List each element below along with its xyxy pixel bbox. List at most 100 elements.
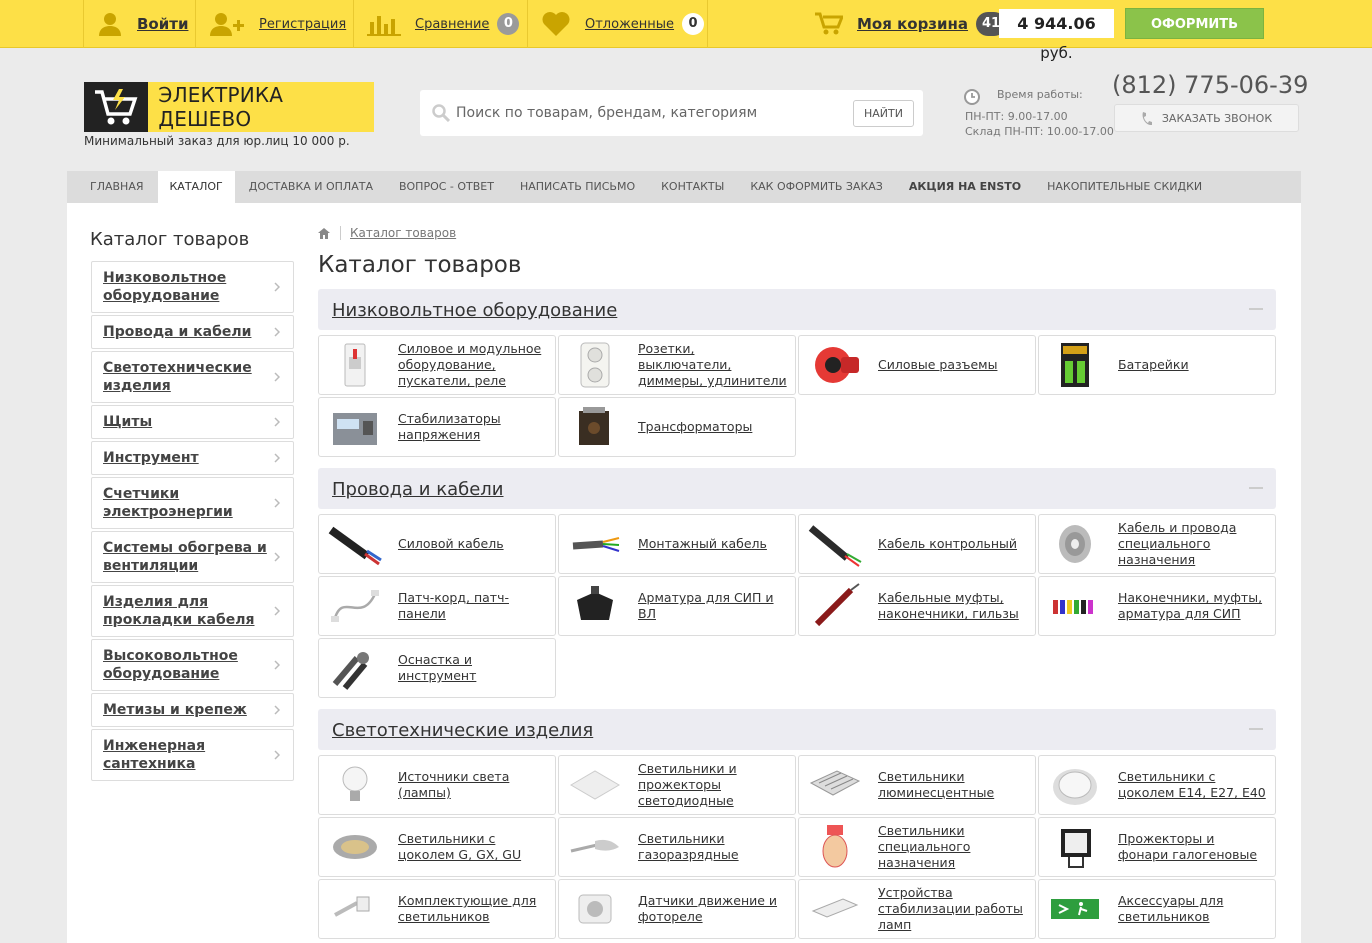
search-input[interactable] — [456, 99, 846, 127]
search-button[interactable]: НАЙТИ — [853, 100, 914, 127]
collapse-icon[interactable] — [1249, 308, 1263, 310]
category-card[interactable]: Розетки, выключатели, диммеры, удлинител… — [558, 335, 796, 395]
category-card[interactable]: Аксессуары для светильников — [1038, 879, 1276, 939]
category-card[interactable]: Светильники специального назначения — [798, 817, 1036, 877]
section-title[interactable]: Провода и кабели — [332, 479, 504, 500]
nav-item-contacts[interactable]: КОНТАКТЫ — [649, 171, 736, 203]
category-label[interactable]: Силовые разъемы — [878, 357, 1028, 373]
category-card[interactable]: Силовое и модульное оборудование, пускат… — [318, 335, 556, 395]
register-link[interactable]: Регистрация — [209, 0, 346, 48]
home-icon[interactable] — [318, 227, 330, 239]
category-label[interactable]: Датчики движение и фотореле — [638, 893, 788, 925]
phone-number[interactable]: (812) 775-06-39 — [1112, 71, 1308, 99]
category-card[interactable]: Светильники газоразрядные — [558, 817, 796, 877]
section-title[interactable]: Светотехнические изделия — [332, 720, 593, 741]
category-card[interactable]: Прожекторы и фонари галогеновые — [1038, 817, 1276, 877]
site-logo[interactable]: ЭЛЕКТРИКА ДЕШЕВО — [84, 82, 374, 132]
favorites-link[interactable]: Отложенные 0 — [541, 0, 705, 48]
cart-label[interactable]: Моя корзина — [857, 15, 968, 33]
category-card[interactable]: Силовые разъемы — [798, 335, 1036, 395]
category-card[interactable]: Светильники с цоколем G, GX, GU — [318, 817, 556, 877]
category-label[interactable]: Монтажный кабель — [638, 536, 788, 552]
category-card[interactable]: Наконечники, муфты, арматура для СИП — [1038, 576, 1276, 636]
category-label[interactable]: Светильники и прожекторы светодиодные — [638, 761, 788, 809]
sidebar-item-fasteners[interactable]: Метизы и крепеж — [91, 693, 294, 727]
category-card[interactable]: Датчики движение и фотореле — [558, 879, 796, 939]
category-label[interactable]: Светильники с цоколем E14, E27, E40 — [1118, 769, 1268, 801]
category-label[interactable]: Розетки, выключатели, диммеры, удлинител… — [638, 341, 788, 389]
sidebar-item-label[interactable]: Метизы и крепеж — [103, 701, 247, 719]
sidebar-item-plumbing[interactable]: Инженерная сантехника — [91, 729, 294, 781]
nav-item-delivery[interactable]: ДОСТАВКА И ОПЛАТА — [237, 171, 385, 203]
sidebar-item-label[interactable]: Инженерная сантехника — [103, 737, 271, 773]
category-label[interactable]: Силовой кабель — [398, 536, 548, 552]
category-card[interactable]: Трансформаторы — [558, 397, 796, 457]
cart-link[interactable]: Моя корзина 41 — [815, 0, 1007, 48]
section-header-low-voltage[interactable]: Низковольтное оборудование — [318, 289, 1276, 330]
category-card[interactable]: Комплектующие для светильников — [318, 879, 556, 939]
category-label[interactable]: Батарейки — [1118, 357, 1268, 373]
section-header-wires[interactable]: Провода и кабели — [318, 468, 1276, 509]
nav-item-catalog[interactable]: КАТАЛОГ — [157, 171, 235, 203]
category-label[interactable]: Светильники газоразрядные — [638, 831, 788, 863]
category-label[interactable]: Кабель и провода специального назначения — [1118, 520, 1268, 568]
sidebar-item-lighting[interactable]: Светотехнические изделия — [91, 351, 294, 403]
category-label[interactable]: Прожекторы и фонари галогеновые — [1118, 831, 1268, 863]
category-card[interactable]: Светильники люминесцентные — [798, 755, 1036, 815]
category-label[interactable]: Трансформаторы — [638, 419, 788, 435]
sidebar-item-label[interactable]: Счетчики электроэнергии — [103, 485, 271, 521]
nav-item-discounts[interactable]: НАКОПИТЕЛЬНЫЕ СКИДКИ — [1035, 171, 1214, 203]
register-label[interactable]: Регистрация — [259, 17, 346, 32]
category-label[interactable]: Аксессуары для светильников — [1118, 893, 1268, 925]
category-label[interactable]: Кабельные муфты, наконечники, гильзы — [878, 590, 1028, 622]
category-label[interactable]: Наконечники, муфты, арматура для СИП — [1118, 590, 1268, 622]
sidebar-item-high-voltage[interactable]: Высоковольтное оборудование — [91, 639, 294, 691]
category-card[interactable]: Кабель и провода специального назначения — [1038, 514, 1276, 574]
nav-item-faq[interactable]: ВОПРОС - ОТВЕТ — [387, 171, 506, 203]
category-card[interactable]: Оснастка и инструмент — [318, 638, 556, 698]
breadcrumb-catalog-link[interactable]: Каталог товаров — [350, 226, 456, 240]
category-label[interactable]: Комплектующие для светильников — [398, 893, 548, 925]
sidebar-item-label[interactable]: Изделия для прокладки кабеля — [103, 593, 271, 629]
section-header-lighting[interactable]: Светотехнические изделия — [318, 709, 1276, 750]
category-card[interactable]: Патч-корд, патч-панели — [318, 576, 556, 636]
category-card[interactable]: Светильники с цоколем E14, E27, E40 — [1038, 755, 1276, 815]
compare-link[interactable]: Сравнение 0 — [367, 0, 520, 48]
nav-item-ensto-promo[interactable]: АКЦИЯ НА ENSTO — [897, 171, 1033, 203]
sidebar-item-meters[interactable]: Счетчики электроэнергии — [91, 477, 294, 529]
category-card[interactable]: Кабельные муфты, наконечники, гильзы — [798, 576, 1036, 636]
category-label[interactable]: Стабилизаторы напряжения — [398, 411, 548, 443]
category-label[interactable]: Оснастка и инструмент — [398, 652, 548, 684]
nav-item-home[interactable]: ГЛАВНАЯ — [78, 171, 156, 203]
category-card[interactable]: Батарейки — [1038, 335, 1276, 395]
sidebar-item-tools[interactable]: Инструмент — [91, 441, 294, 475]
category-label[interactable]: Арматура для СИП и ВЛ — [638, 590, 788, 622]
category-card[interactable]: Арматура для СИП и ВЛ — [558, 576, 796, 636]
category-label[interactable]: Светильники специального назначения — [878, 823, 1028, 871]
sidebar-item-cable-laying[interactable]: Изделия для прокладки кабеля — [91, 585, 294, 637]
category-label[interactable]: Источники света (лампы) — [398, 769, 548, 801]
category-card[interactable]: Источники света (лампы) — [318, 755, 556, 815]
category-label[interactable]: Патч-корд, патч-панели — [398, 590, 548, 622]
sidebar-item-heating[interactable]: Системы обогрева и вентиляции — [91, 531, 294, 583]
sidebar-item-label[interactable]: Щиты — [103, 413, 152, 431]
category-card[interactable]: Устройства стабилизации работы ламп — [798, 879, 1036, 939]
sidebar-item-label[interactable]: Высоковольтное оборудование — [103, 647, 271, 683]
login-link[interactable]: Войти — [97, 0, 188, 48]
category-card[interactable]: Кабель контрольный — [798, 514, 1036, 574]
login-label[interactable]: Войти — [137, 15, 188, 33]
callback-button[interactable]: ЗАКАЗАТЬ ЗВОНОК — [1114, 104, 1299, 132]
category-label[interactable]: Устройства стабилизации работы ламп — [878, 885, 1028, 933]
sidebar-item-label[interactable]: Инструмент — [103, 449, 199, 467]
collapse-icon[interactable] — [1249, 487, 1263, 489]
category-card[interactable]: Стабилизаторы напряжения — [318, 397, 556, 457]
category-label[interactable]: Силовое и модульное оборудование, пускат… — [398, 341, 548, 389]
category-card[interactable]: Силовой кабель — [318, 514, 556, 574]
callback-label[interactable]: ЗАКАЗАТЬ ЗВОНОК — [1162, 112, 1272, 125]
nav-item-how-to-order[interactable]: КАК ОФОРМИТЬ ЗАКАЗ — [738, 171, 895, 203]
sidebar-item-label[interactable]: Светотехнические изделия — [103, 359, 271, 395]
sidebar-item-low-voltage[interactable]: Низковольтное оборудование — [91, 261, 294, 313]
checkout-button[interactable]: ОФОРМИТЬ — [1125, 8, 1264, 39]
nav-item-write-letter[interactable]: НАПИСАТЬ ПИСЬМО — [508, 171, 647, 203]
category-label[interactable]: Светильники люминесцентные — [878, 769, 1028, 801]
